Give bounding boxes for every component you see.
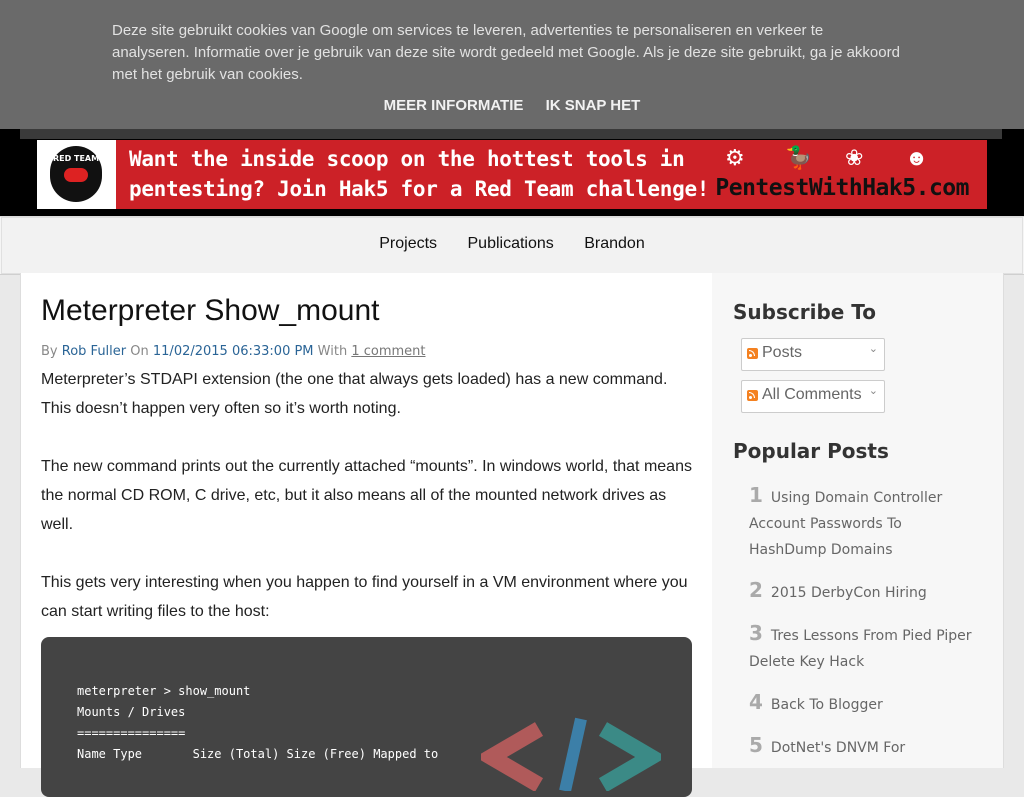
code-content: meterpreter > show_mount Mounts / Drives… — [77, 684, 439, 761]
popular-post-number: 5 — [749, 733, 763, 757]
red-team-badge-icon: RED TEAM — [50, 146, 102, 202]
nav-items: Projects Publications Brandon — [0, 235, 1024, 253]
popular-post-item[interactable]: 2 2015 DerbyCon Hiring — [749, 577, 979, 606]
popular-post-title[interactable]: Tres Lessons From Pied Piper Delete Key … — [749, 628, 972, 670]
accept-cookies-button[interactable]: IK SNAP HET — [546, 97, 641, 114]
post-title[interactable]: Meterpreter Show_mount — [41, 294, 380, 328]
comments-link[interactable]: 1 comment — [351, 344, 425, 359]
banner-site-name: PentestWithHak5.com — [715, 175, 969, 201]
popular-post-number: 3 — [749, 621, 763, 645]
popular-post-title[interactable]: Back To Blogger — [771, 697, 883, 713]
subscribe-posts-label: Posts — [762, 344, 803, 361]
robot-icon: ⚙ — [725, 145, 745, 170]
chevron-down-icon: ⌄ — [868, 343, 878, 355]
turtle-icon: ☻ — [905, 145, 929, 170]
nav-item-publications[interactable]: Publications — [468, 235, 554, 253]
popular-post-number: 2 — [749, 578, 763, 602]
post-body: Meterpreter’s STDAPI extension (the one … — [41, 365, 696, 655]
popular-post-item[interactable]: 1 Using Domain Controller Account Passwor… — [749, 482, 979, 563]
post-paragraph: This gets very interesting when you happ… — [41, 574, 688, 620]
red-team-logo: RED TEAM — [37, 140, 116, 209]
more-info-link[interactable]: MEER INFORMATIE — [384, 97, 524, 114]
banner-headline-line-1: Want the inside scoop on the hottest too… — [129, 147, 685, 171]
meta-with: With — [317, 344, 348, 359]
main-nav: Projects Publications Brandon — [0, 216, 1024, 275]
blog-post: Meterpreter Show_mount By Rob Fuller On … — [20, 273, 713, 797]
logo-text: RED TEAM — [52, 154, 100, 163]
code-block: meterpreter > show_mount Mounts / Drives… — [41, 637, 692, 797]
subscribe-comments-label: All Comments — [762, 386, 862, 403]
popular-post-item[interactable]: 5 DotNet's DNVM For — [749, 732, 979, 761]
chevron-down-icon: ⌄ — [868, 385, 878, 397]
duck-icon: 🦆 — [785, 145, 813, 170]
subscribe-comments-button[interactable]: All Comments ⌄ — [741, 380, 885, 413]
code-tag-icon — [481, 717, 661, 791]
post-date-link[interactable]: 11/02/2015 06:33:00 PM — [153, 344, 314, 359]
banner-icons: ⚙ 🦆 ❀ ☻ — [715, 145, 965, 175]
subscribe-heading: Subscribe To — [733, 300, 877, 324]
cookie-notice-text: Deze site gebruikt cookies van Google om… — [112, 22, 900, 83]
cloud-icon — [64, 168, 88, 182]
nav-item-brandon[interactable]: Brandon — [584, 235, 645, 253]
pineapple-icon: ❀ — [845, 145, 864, 170]
popular-post-title[interactable]: 2015 DerbyCon Hiring — [771, 585, 927, 601]
post-meta: By Rob Fuller On 11/02/2015 06:33:00 PM … — [41, 344, 426, 359]
banner-headline: Want the inside scoop on the hottest too… — [129, 144, 729, 204]
meta-by: By — [41, 344, 58, 359]
rss-feed-icon — [747, 348, 758, 359]
header-divider — [20, 129, 1002, 139]
ad-banner[interactable]: RED TEAM Want the inside scoop on the ho… — [37, 140, 987, 209]
post-paragraph: Meterpreter’s STDAPI extension (the one … — [41, 371, 668, 417]
post-paragraph: The new command prints out the currently… — [41, 458, 692, 533]
nav-item-projects[interactable]: Projects — [379, 235, 437, 253]
popular-post-title[interactable]: DotNet's DNVM For — [771, 740, 905, 756]
popular-posts-heading: Popular Posts — [733, 439, 889, 463]
subscribe-posts-button[interactable]: Posts ⌄ — [741, 338, 885, 371]
post-author-link[interactable]: Rob Fuller — [62, 344, 126, 359]
sidebar: Subscribe To Posts ⌄ All Comments ⌄ Popu… — [712, 273, 1004, 768]
meta-on: On — [130, 344, 149, 359]
popular-post-title[interactable]: Using Domain Controller Account Password… — [749, 490, 942, 558]
popular-post-item[interactable]: 3 Tres Lessons From Pied Piper Delete Key… — [749, 620, 979, 675]
cookie-actions: MEER INFORMATIE IK SNAP HET — [0, 97, 1024, 114]
rss-feed-icon — [747, 390, 758, 401]
banner-headline-line-2: pentesting? Join Hak5 for a Red Team cha… — [129, 177, 710, 201]
popular-post-number: 1 — [749, 483, 763, 507]
cookie-consent-bar: Deze site gebruikt cookies van Google om… — [0, 0, 1024, 129]
popular-post-item[interactable]: 4 Back To Blogger — [749, 689, 979, 718]
popular-post-number: 4 — [749, 690, 763, 714]
